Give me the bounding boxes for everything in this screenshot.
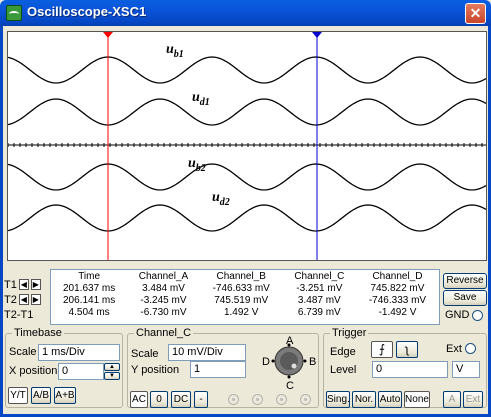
- diff-channel-b: 1.492 V: [223, 306, 259, 318]
- trigger-source-a-button[interactable]: A: [443, 391, 461, 408]
- channel-title: Channel_C: [134, 327, 194, 339]
- x-position-label: X position: [9, 365, 58, 377]
- knob-label-d: D: [262, 356, 270, 368]
- t2-channel-b: 745.519 mV: [214, 294, 269, 306]
- diff-channel-c: 6.739 mV: [297, 306, 341, 318]
- knob-label-c: C: [286, 380, 294, 392]
- title-bar: Oscilloscope-XSC1 ✕: [0, 0, 491, 26]
- t2-right-arrow-icon[interactable]: ▶: [30, 294, 41, 305]
- cursor-t1-row: T1 ◀ ▶: [4, 277, 41, 292]
- t1-channel-b: -746.633 mV: [212, 282, 270, 294]
- trigger-level-unit[interactable]: V: [452, 361, 480, 378]
- x-position-down-icon[interactable]: ▼: [104, 372, 120, 380]
- timebase-title: Timebase: [12, 327, 64, 339]
- t1-channel-c: -3.251 mV: [296, 282, 343, 294]
- trigger-none-button[interactable]: None: [404, 391, 430, 408]
- t2-channel-d: -746.333 mV: [368, 294, 427, 306]
- gnd-label: GND: [445, 309, 470, 321]
- wave-label-ud1: ud1: [192, 90, 210, 108]
- scope-screen[interactable]: ub1 ud1 ub2 ud2: [7, 31, 487, 261]
- wave-label-ub1: ub1: [166, 42, 184, 60]
- readout-row-t1: 201.637 ms 3.484 mV -746.633 mV -3.251 m…: [51, 282, 439, 294]
- channel-radio-4: [300, 394, 311, 405]
- falling-edge-icon[interactable]: ʅ: [396, 341, 418, 358]
- rising-edge-icon[interactable]: ⨍: [371, 341, 393, 358]
- channel-radio-3: [276, 394, 287, 405]
- invert-button[interactable]: -: [194, 391, 208, 408]
- t1-left-arrow-icon[interactable]: ◀: [18, 279, 29, 290]
- cursor-t2-handle: [312, 32, 322, 38]
- coupling-dc-button[interactable]: DC: [171, 391, 191, 408]
- level-label: Level: [330, 364, 357, 376]
- trigger-source-ext-button[interactable]: Ext: [463, 391, 483, 408]
- header-channel-d: Channel_D: [372, 270, 423, 282]
- gnd-radio[interactable]: [472, 310, 483, 321]
- x-position-up-icon[interactable]: ▲: [104, 363, 120, 371]
- readout-header-row: Time Channel_A Channel_B Channel_C Chann…: [51, 270, 439, 282]
- trigger-title: Trigger: [330, 327, 369, 339]
- readout-row-diff: 4.504 ms -6.730 mV 1.492 V 6.739 mV -1.4…: [51, 306, 439, 318]
- scope-display: [8, 32, 486, 260]
- coupling-ac-button[interactable]: AC: [130, 391, 148, 408]
- diff-channel-a: -6.730 mV: [140, 306, 187, 318]
- t2-channel-a: -3.245 mV: [140, 294, 187, 306]
- waveform-ub1: [8, 56, 486, 84]
- knob-label-a: A: [286, 335, 294, 347]
- knob-label-b: B: [309, 356, 317, 368]
- coupling-zero-button[interactable]: 0: [150, 391, 168, 408]
- measurement-readout: Time Channel_A Channel_B Channel_C Chann…: [50, 269, 440, 325]
- t2-channel-c: 3.487 mV: [297, 294, 341, 306]
- channel-radio-1: [228, 394, 239, 405]
- edge-label: Edge: [330, 346, 356, 358]
- t1-channel-a: 3.484 mV: [142, 282, 185, 294]
- channel-radio-2: [252, 394, 263, 405]
- diff-time: 4.504 ms: [68, 306, 110, 318]
- t2-time: 206.141 ms: [62, 294, 116, 306]
- reverse-button[interactable]: Reverse: [443, 273, 487, 289]
- trigger-normal-button[interactable]: Nor.: [352, 391, 376, 408]
- t1-right-arrow-icon[interactable]: ▶: [30, 279, 41, 290]
- waveform-ud1: [8, 98, 486, 126]
- t2-left-arrow-icon[interactable]: ◀: [18, 294, 29, 305]
- timebase-scale-field[interactable]: 1 ms/Div: [38, 344, 120, 361]
- cursor-t2-label: T2: [4, 293, 17, 306]
- wave-label-ub2: ub2: [188, 156, 206, 174]
- trigger-level-field[interactable]: 0: [372, 361, 448, 378]
- cursor-t1-label: T1: [4, 278, 17, 291]
- waveform-ub2: [8, 163, 486, 191]
- timebase-scale-label: Scale: [9, 346, 37, 358]
- ext-trigger-label: Ext: [446, 343, 462, 355]
- wave-label-ud2: ud2: [212, 190, 230, 208]
- y-position-label: Y position: [131, 364, 180, 376]
- close-button[interactable]: ✕: [465, 3, 486, 24]
- window-title: Oscilloscope-XSC1: [27, 4, 147, 19]
- header-time: Time: [78, 270, 101, 282]
- t1-time: 201.637 ms: [62, 282, 116, 294]
- cursor-controls: T1 ◀ ▶ T2 ◀ ▶ T2-T1: [4, 277, 41, 322]
- save-button[interactable]: Save: [443, 290, 487, 306]
- channel-scale-field[interactable]: 10 mV/Div: [168, 344, 246, 361]
- header-channel-b: Channel_B: [216, 270, 266, 282]
- ab-mode-button[interactable]: A/B: [31, 387, 51, 404]
- waveform-ud2: [8, 204, 486, 232]
- t1-channel-d: 745.822 mV: [370, 282, 425, 294]
- trigger-auto-button[interactable]: Auto: [378, 391, 402, 408]
- diff-channel-d: -1.492 V: [378, 306, 417, 318]
- oscilloscope-icon: [6, 5, 22, 21]
- channel-scale-label: Scale: [131, 348, 159, 360]
- cursor-t1-handle: [103, 32, 113, 38]
- cursor-t2-row: T2 ◀ ▶: [4, 292, 41, 307]
- ext-trigger-radio[interactable]: [465, 343, 476, 354]
- yt-mode-button[interactable]: Y/T: [8, 387, 28, 404]
- trigger-single-button[interactable]: Sing.: [326, 391, 350, 408]
- a-plus-b-mode-button[interactable]: A+B: [54, 387, 76, 404]
- readout-row-t2: 206.141 ms -3.245 mV 745.519 mV 3.487 mV…: [51, 294, 439, 306]
- header-channel-c: Channel_C: [294, 270, 345, 282]
- header-channel-a: Channel_A: [138, 270, 189, 282]
- cursor-diff-label: T2-T1: [4, 308, 34, 321]
- x-position-field[interactable]: 0: [58, 363, 104, 380]
- y-position-field[interactable]: 1: [190, 361, 246, 378]
